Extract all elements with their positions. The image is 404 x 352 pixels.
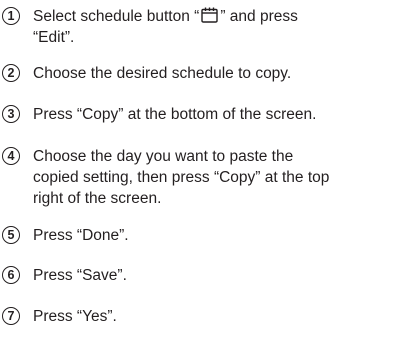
step-1-text-line2: “Edit”.: [33, 29, 75, 46]
step-number-3: 3: [2, 105, 20, 123]
step-5: 5 Press “Done”.: [2, 225, 400, 247]
step-1: 1 Select schedule button “ ” and press “…: [2, 6, 400, 50]
step-6-text: Press “Save”.: [33, 267, 127, 284]
step-4-text: Choose the day you want to paste the cop…: [33, 146, 398, 209]
step-1-text-after-icon: ” and press: [220, 8, 298, 25]
step-7-text: Press “Yes”.: [33, 308, 117, 325]
step-number-2: 2: [2, 64, 20, 82]
step-4-line-3: right of the screen.: [33, 190, 162, 207]
step-number-1: 1: [2, 7, 20, 25]
step-3-text: Press “Copy” at the bottom of the screen…: [33, 106, 317, 123]
step-7: 7 Press “Yes”.: [2, 306, 400, 328]
instruction-steps: 1 Select schedule button “ ” and press “…: [0, 0, 404, 352]
step-4: 4 Choose the day you want to paste the c…: [2, 146, 400, 210]
step-6: 6 Press “Save”.: [2, 265, 400, 287]
step-1-text: Select schedule button “ ” and press “Ed…: [33, 6, 398, 48]
step-1-text-before-icon: Select schedule button “: [33, 8, 200, 25]
step-4-line-2: copied setting, then press “Copy” at the…: [33, 169, 330, 186]
step-number-7: 7: [2, 307, 20, 325]
step-2-text: Choose the desired schedule to copy.: [33, 65, 292, 82]
step-number-6: 6: [2, 266, 20, 284]
step-4-line-1: Choose the day you want to paste the: [33, 148, 294, 165]
calendar-icon: [201, 7, 219, 23]
step-3: 3 Press “Copy” at the bottom of the scre…: [2, 104, 400, 126]
step-5-text: Press “Done”.: [33, 227, 129, 244]
step-2: 2 Choose the desired schedule to copy.: [2, 63, 400, 85]
step-number-5: 5: [2, 226, 20, 244]
step-number-4: 4: [2, 147, 20, 165]
